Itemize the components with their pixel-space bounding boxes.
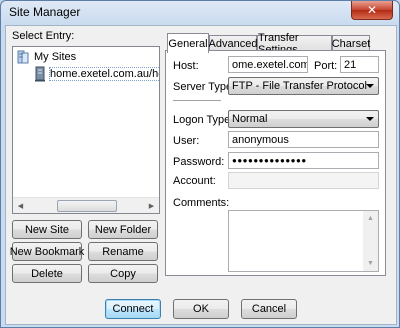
host-label: Host: <box>173 60 199 72</box>
account-input[interactable] <box>228 172 379 189</box>
scroll-right-icon[interactable]: ▶ <box>144 198 159 213</box>
scroll-up-icon[interactable]: ▲ <box>363 211 378 226</box>
password-input[interactable]: ●●●●●●●●●●●●●● <box>228 152 379 169</box>
logon-type-select[interactable]: Normal <box>228 110 379 128</box>
scrollbar-thumb[interactable] <box>57 200 117 212</box>
select-entry-label: Select Entry: <box>12 30 75 42</box>
port-label: Port: <box>314 60 338 72</box>
new-site-button[interactable]: New Site <box>12 220 82 239</box>
server-type-label: Server Type: <box>173 81 236 93</box>
comments-vertical-scrollbar[interactable]: ▲ ▼ <box>363 211 378 271</box>
comments-textarea[interactable]: ▲ ▼ <box>228 210 379 272</box>
site-tree[interactable]: My Sites home.exetel.com.au/helicopter ◀… <box>12 46 160 214</box>
tab-charset[interactable]: Charset <box>332 35 370 51</box>
logon-type-value: Normal <box>232 113 268 125</box>
comments-label: Comments: <box>173 197 230 209</box>
title-bar[interactable]: Site Manager ✕ <box>1 1 399 25</box>
tree-item-my-sites[interactable]: My Sites <box>15 49 76 65</box>
tree-item-site[interactable]: home.exetel.com.au/helicopter <box>33 66 159 82</box>
tab-advanced[interactable]: Advanced <box>209 35 257 51</box>
chevron-down-icon <box>366 117 374 121</box>
close-button[interactable]: ✕ <box>351 1 393 20</box>
tree-item-label: home.exetel.com.au/helicopter <box>49 67 159 81</box>
close-icon: ✕ <box>366 3 378 17</box>
user-input[interactable]: anonymous <box>228 131 379 148</box>
rename-button[interactable]: Rename <box>88 242 158 261</box>
connect-button[interactable]: Connect <box>105 299 161 319</box>
new-folder-button[interactable]: New Folder <box>88 220 158 239</box>
account-label: Account: <box>173 175 216 187</box>
tab-transfer-settings[interactable]: Transfer Settings <box>257 32 332 56</box>
window-title: Site Manager <box>9 5 81 19</box>
port-input[interactable]: 21 <box>340 56 379 73</box>
delete-button[interactable]: Delete <box>12 264 82 283</box>
tree-horizontal-scrollbar[interactable]: ◀ ▶ <box>13 197 159 213</box>
host-input[interactable]: ome.exetel.com.au <box>228 56 308 73</box>
server-type-select[interactable]: FTP - File Transfer Protocol <box>228 77 379 95</box>
server-icon <box>35 66 45 82</box>
user-label: User: <box>173 135 200 147</box>
cancel-button[interactable]: Cancel <box>241 299 297 319</box>
tab-general[interactable]: General <box>167 33 209 53</box>
site-manager-window: Site Manager ✕ Select Entry: My Sites ho… <box>0 0 400 328</box>
separator <box>173 100 221 102</box>
chevron-down-icon <box>366 84 374 88</box>
copy-button[interactable]: Copy <box>88 264 158 283</box>
scroll-down-icon[interactable]: ▼ <box>363 256 378 271</box>
scroll-left-icon[interactable]: ◀ <box>13 198 28 213</box>
password-label: Password: <box>173 156 225 168</box>
tree-item-label: My Sites <box>34 51 77 63</box>
logon-type-label: Logon Type: <box>173 114 234 126</box>
new-bookmark-button[interactable]: New Bookmark <box>10 242 84 261</box>
ok-button[interactable]: OK <box>173 299 229 319</box>
server-type-value: FTP - File Transfer Protocol <box>232 80 367 92</box>
sites-folder-icon <box>17 50 29 64</box>
